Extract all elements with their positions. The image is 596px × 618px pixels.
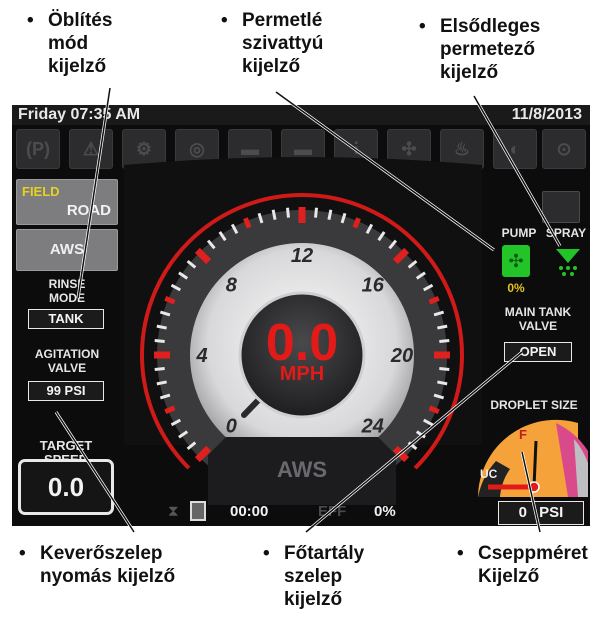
bullet: • bbox=[263, 543, 270, 564]
gauge-tick bbox=[327, 209, 333, 220]
eff-value: 0% bbox=[374, 503, 396, 520]
bullet: • bbox=[27, 10, 34, 31]
spray-toggle-button[interactable] bbox=[542, 191, 580, 223]
tick-label: 4 bbox=[195, 345, 207, 367]
hourglass-icon: ⧗ bbox=[168, 503, 179, 520]
pressure-display: 0 PSI bbox=[498, 501, 584, 525]
main-tank-valve-label: MAIN TANK VALVE bbox=[504, 305, 572, 333]
callout-agitation: • Keverőszelep nyomás kijelző bbox=[19, 543, 176, 587]
gauge-tick bbox=[437, 380, 448, 386]
callout-droplet: • Cseppméret Kijelző bbox=[457, 543, 588, 587]
pressure-unit: PSI bbox=[539, 504, 564, 521]
tick-label: 0 bbox=[226, 416, 237, 438]
spray-nozzle-icon bbox=[556, 249, 580, 276]
gauge-tick bbox=[154, 367, 165, 371]
timer-icon bbox=[190, 501, 206, 521]
pump-label: PUMP bbox=[501, 226, 537, 240]
gauge-tick bbox=[437, 324, 448, 330]
gauge-tick bbox=[352, 217, 361, 229]
timer-value: 00:00 bbox=[230, 503, 269, 520]
bullet: • bbox=[419, 16, 426, 37]
droplet-uc-label: UC bbox=[480, 467, 498, 481]
gauge-tick bbox=[164, 405, 176, 414]
tick-label: 16 bbox=[362, 274, 385, 296]
tick-label: 24 bbox=[361, 416, 384, 438]
gauge-tick bbox=[439, 339, 450, 343]
droplet-size-label: DROPLET SIZE bbox=[490, 398, 578, 412]
bullet: • bbox=[19, 543, 26, 564]
callout-main-tank: • Főtartály szelep kijelző bbox=[263, 543, 365, 610]
main-tank-valve-value: OPEN bbox=[504, 342, 572, 362]
callout-pump: • Permetlé szivattyú kijelző bbox=[221, 10, 324, 77]
gauge-tick bbox=[243, 217, 252, 229]
callout-rinse-mode: • Öblítés mód kijelző bbox=[27, 10, 113, 77]
tick-label: 8 bbox=[226, 274, 238, 296]
tick-label: 12 bbox=[291, 245, 313, 267]
tick-label: 20 bbox=[390, 345, 413, 367]
eff-label: EFF bbox=[318, 503, 347, 520]
spray-label: SPRAY bbox=[545, 226, 587, 240]
pressure-value: 0 bbox=[518, 504, 527, 521]
gauge-tick bbox=[428, 296, 440, 305]
display-screen: Friday 07:35 AM 11/8/2013 (P) ⚠ ⚙ ◎ ▬ ▬ … bbox=[12, 105, 590, 526]
pump-icon[interactable]: ✣ bbox=[502, 245, 530, 277]
droplet-size-gauge bbox=[478, 419, 588, 497]
bullet: • bbox=[457, 543, 464, 564]
gauge-tick bbox=[164, 296, 176, 305]
gauge-tick bbox=[271, 209, 277, 220]
pump-percent: 0% bbox=[507, 281, 525, 295]
droplet-f-label: F bbox=[519, 427, 527, 442]
callout-primary-spray: • Elsődleges permetező kijelző bbox=[419, 16, 541, 83]
gauge-tick bbox=[428, 405, 440, 414]
gauge-tick bbox=[154, 339, 165, 343]
speed-unit: MPH bbox=[279, 363, 325, 385]
gauge-tick bbox=[156, 380, 167, 386]
gauge-tick bbox=[439, 367, 450, 371]
speed-value: 0.0 bbox=[265, 314, 339, 372]
gauge-mode: AWS bbox=[276, 457, 328, 482]
gauge-tick bbox=[156, 324, 167, 330]
gauge-tick bbox=[314, 207, 318, 218]
gauge-tick bbox=[286, 207, 290, 218]
bullet: • bbox=[221, 10, 228, 31]
